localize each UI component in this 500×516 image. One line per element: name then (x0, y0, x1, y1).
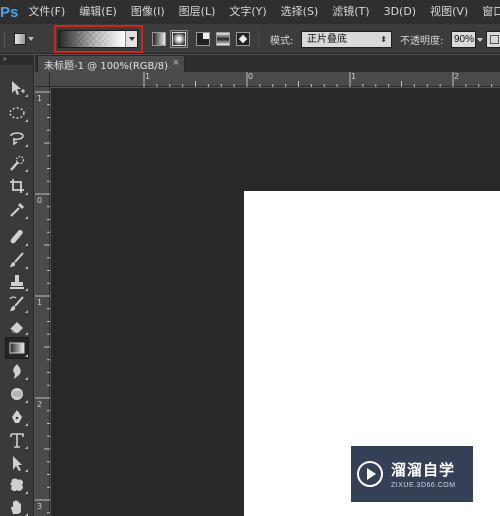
menu-select[interactable]: 选择(S) (274, 0, 326, 24)
pen-tool-icon[interactable] (5, 406, 29, 428)
eyedropper-tool-icon[interactable] (5, 199, 29, 221)
menu-layer[interactable]: 图层(L) (172, 0, 223, 24)
ruler-label: 0 (248, 72, 254, 81)
opacity-input[interactable]: 90% (451, 31, 476, 48)
blend-mode-value: 正片叠底 (307, 34, 347, 45)
healing-brush-tool-icon[interactable] (5, 226, 29, 248)
ruler-label: 2 (454, 72, 460, 81)
reflected-gradient-icon[interactable] (216, 32, 230, 46)
ruler-label: 0 (37, 196, 43, 205)
radial-gradient-icon[interactable] (170, 30, 188, 48)
quick-selection-tool-icon[interactable] (5, 152, 29, 174)
ruler-label: 3 (37, 502, 43, 511)
gradient-picker[interactable] (58, 30, 138, 48)
dodge-tool-icon[interactable] (5, 383, 29, 405)
lasso-tool-icon[interactable] (5, 127, 29, 149)
document-tab-title: 未标题-1 @ 100%(RGB/8) (44, 60, 169, 72)
watermark-title: 溜溜自学 (391, 461, 456, 479)
toolbox-collapse-button[interactable]: ›› (0, 55, 34, 65)
ruler-label: 1 (37, 298, 43, 307)
menu-type[interactable]: 文字(Y) (222, 0, 273, 24)
options-bar-grip[interactable] (4, 32, 8, 47)
move-tool-icon[interactable] (5, 77, 29, 99)
opacity-label: 不透明度: (400, 36, 444, 47)
toolbox-panel: ›› (0, 55, 34, 516)
menu-filter[interactable]: 滤镜(T) (325, 0, 376, 24)
chevron-down-icon (128, 37, 135, 41)
close-icon[interactable]: × (173, 57, 179, 69)
menu-view[interactable]: 视图(V) (423, 0, 475, 24)
mode-label: 模式: (270, 36, 294, 47)
ruler-label: 2 (37, 400, 43, 409)
angle-gradient-icon[interactable] (196, 32, 210, 46)
horizontal-ruler-ticks (143, 72, 493, 87)
photoshop-logo: Ps (0, 3, 19, 21)
history-brush-tool-icon[interactable] (5, 293, 29, 315)
clone-stamp-tool-icon[interactable] (5, 271, 29, 293)
menu-3d[interactable]: 3D(D) (377, 0, 424, 24)
path-selection-tool-icon[interactable] (5, 452, 29, 474)
options-bar: 模式: 正片叠底 ⬍ 不透明度: 90% (0, 24, 500, 54)
blend-mode-select[interactable]: 正片叠底 ⬍ (301, 31, 392, 48)
gradient-preview[interactable] (59, 31, 125, 47)
separator (258, 30, 259, 48)
menu-edit[interactable]: 编辑(E) (72, 0, 124, 24)
watermark-badge: 溜溜自学 ZIXUE.3D66.COM (351, 446, 473, 502)
horizontal-ruler[interactable]: 1 0 1 2 (50, 72, 500, 87)
linear-gradient-icon[interactable] (152, 32, 166, 46)
opacity-dropdown-button[interactable] (476, 31, 484, 48)
shape-tool-icon[interactable] (5, 474, 29, 496)
document-tab[interactable]: 未标题-1 @ 100%(RGB/8) × (37, 55, 185, 72)
gradient-dropdown-button[interactable] (125, 31, 137, 47)
marquee-tool-icon[interactable] (5, 102, 29, 124)
blur-tool-icon[interactable] (5, 360, 29, 382)
ruler-label: 1 (351, 72, 357, 81)
gradient-tool-preset-icon[interactable] (14, 32, 40, 46)
brush-tool-icon[interactable] (5, 249, 29, 271)
document-tab-strip: 未标题-1 @ 100%(RGB/8) × (35, 55, 500, 72)
ruler-origin[interactable] (35, 72, 50, 87)
menu-file[interactable]: 文件(F) (18, 0, 72, 24)
watermark-url: ZIXUE.3D66.COM (391, 482, 456, 489)
crop-tool-icon[interactable] (5, 175, 29, 197)
chevron-down-icon (477, 38, 483, 42)
diamond-gradient-icon[interactable] (236, 32, 250, 46)
menu-window[interactable]: 窗口 (475, 0, 500, 24)
eraser-tool-icon[interactable] (5, 315, 29, 337)
ruler-label: 1 (37, 94, 43, 103)
gradient-tool-icon[interactable] (5, 337, 29, 359)
play-logo-icon (357, 461, 383, 487)
vertical-ruler[interactable]: 1 0 1 2 3 (35, 87, 50, 516)
menu-bar: Ps 文件(F) 编辑(E) 图像(I) 图层(L) 文字(Y) 选择(S) 滤… (0, 0, 500, 24)
reverse-checkbox[interactable] (486, 31, 500, 48)
ruler-label: 1 (145, 72, 151, 81)
updown-arrows-icon: ⬍ (380, 35, 387, 44)
type-tool-icon[interactable] (5, 429, 29, 451)
menu-image[interactable]: 图像(I) (124, 0, 172, 24)
chevron-down-icon (28, 37, 34, 41)
hand-tool-icon[interactable] (5, 496, 29, 516)
